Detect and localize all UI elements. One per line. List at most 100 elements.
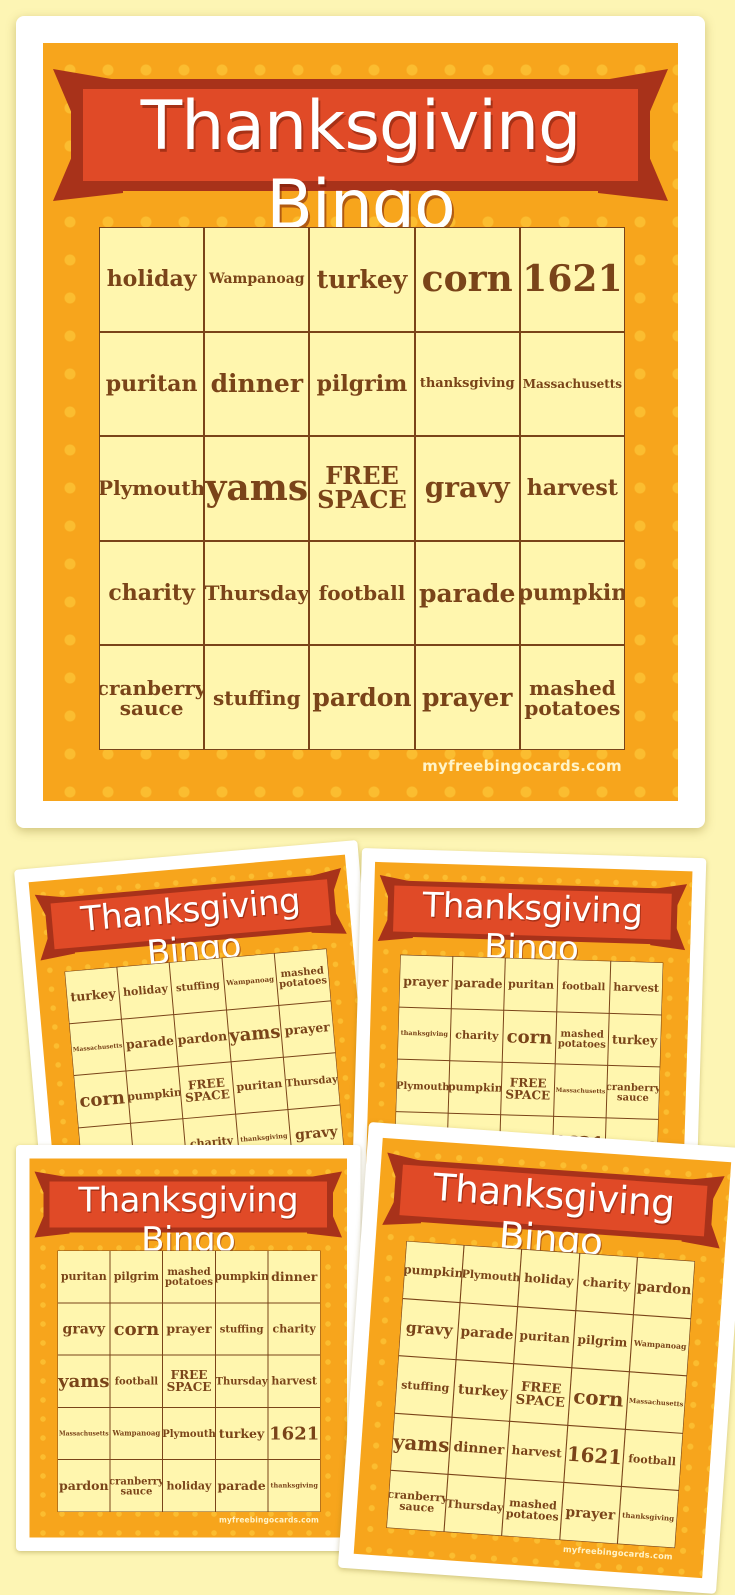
bingo-cell[interactable]: dinner	[448, 1417, 510, 1478]
bingo-cell[interactable]: gravy	[399, 1298, 460, 1360]
bingo-cell[interactable]: turkey	[608, 1013, 662, 1067]
bingo-cell[interactable]: football	[557, 959, 611, 1013]
bingo-cell[interactable]: cranberry sauce	[110, 1460, 163, 1512]
bingo-cell[interactable]: football	[621, 1429, 683, 1491]
bingo-cell[interactable]: yams	[205, 437, 309, 540]
bingo-cell[interactable]: mashed potatoes	[555, 1012, 609, 1065]
bingo-cell[interactable]: Thursday	[205, 541, 309, 645]
bingo-cell[interactable]: harvest	[609, 961, 663, 1015]
bingo-cell[interactable]: FREE SPACE	[501, 1062, 555, 1116]
bingo-cell[interactable]: Wampanoag	[222, 953, 279, 1010]
bingo-cell[interactable]: prayer	[560, 1483, 621, 1544]
bingo-cell[interactable]: prayer	[399, 955, 453, 1009]
bingo-cell[interactable]: pilgrim	[110, 1251, 163, 1303]
bingo-cell[interactable]: parade	[451, 956, 505, 1010]
bingo-cell[interactable]: pumpkin	[448, 1061, 502, 1115]
bingo-cell[interactable]: gravy	[415, 437, 519, 540]
bingo-cell[interactable]: Massachusetts	[625, 1372, 687, 1433]
bingo-cell[interactable]: mashed potatoes	[502, 1479, 563, 1540]
bingo-cell[interactable]: mashed potatoes	[520, 646, 624, 749]
bingo-cell[interactable]: Wampanoag	[205, 228, 309, 331]
bingo-cell[interactable]: football	[310, 541, 414, 645]
bingo-cell[interactable]: dinner	[205, 332, 309, 436]
bingo-cell[interactable]: turkey	[452, 1360, 514, 1421]
bingo-cell[interactable]: charity	[576, 1253, 637, 1314]
bingo-cell[interactable]: Wampanoag	[629, 1315, 691, 1376]
bingo-cell[interactable]: stuffing	[205, 646, 309, 749]
bingo-cell[interactable]: 1621	[520, 228, 624, 331]
bingo-cell[interactable]: pardon	[310, 646, 414, 749]
bingo-cell[interactable]: thanksgiving	[415, 332, 519, 436]
bingo-cell[interactable]: football	[110, 1355, 163, 1407]
bingo-cell[interactable]: yams	[390, 1413, 452, 1474]
bingo-cell[interactable]: holiday	[163, 1460, 215, 1512]
bingo-cell[interactable]: FREE SPACE	[310, 437, 414, 540]
bingo-cell[interactable]: parade	[122, 1014, 178, 1071]
bingo-cell[interactable]: holiday	[518, 1249, 580, 1310]
bingo-cell[interactable]: charity	[450, 1009, 504, 1062]
bingo-cell[interactable]: pumpkin	[520, 541, 624, 645]
bingo-cell[interactable]: mashed potatoes	[163, 1251, 215, 1303]
bingo-cell[interactable]: puritan	[58, 1251, 110, 1303]
bingo-cell[interactable]: prayer	[163, 1303, 215, 1355]
bingo-cell[interactable]: yams	[58, 1355, 110, 1407]
bingo-cell[interactable]: puritan	[504, 958, 558, 1012]
bingo-cell[interactable]: 1621	[564, 1425, 625, 1487]
bingo-cell[interactable]: prayer	[279, 1001, 336, 1057]
bingo-cell[interactable]: puritan	[231, 1057, 288, 1114]
bingo-cell[interactable]: prayer	[415, 646, 519, 749]
bingo-cell[interactable]: corn	[74, 1071, 131, 1128]
bingo-cell[interactable]: harvest	[520, 437, 624, 540]
bingo-cell[interactable]: turkey	[215, 1407, 268, 1460]
bingo-cell[interactable]: Massachusetts	[69, 1019, 126, 1076]
bingo-cell[interactable]: FREE SPACE	[178, 1062, 235, 1119]
bingo-cell[interactable]: stuffing	[215, 1303, 268, 1355]
bingo-cell[interactable]: FREE SPACE	[510, 1364, 571, 1425]
bingo-cell[interactable]: Massachusetts	[553, 1064, 608, 1118]
bingo-cell[interactable]: corn	[415, 228, 519, 331]
bingo-cell[interactable]: harvest	[506, 1421, 567, 1483]
bingo-cell[interactable]: stuffing	[394, 1356, 456, 1417]
bingo-cell[interactable]: pumpkin	[403, 1241, 464, 1302]
bingo-cell[interactable]: Thursday	[444, 1475, 506, 1536]
bingo-cell[interactable]: holiday	[117, 962, 174, 1019]
bingo-cell[interactable]: Plymouth	[396, 1059, 450, 1113]
bingo-cell[interactable]: harvest	[268, 1355, 320, 1407]
bingo-cell[interactable]: thanksgiving	[617, 1487, 679, 1548]
bingo-cell[interactable]: Plymouth	[460, 1245, 522, 1306]
bingo-cell[interactable]: Thursday	[283, 1053, 340, 1109]
bingo-cell[interactable]: dinner	[268, 1251, 320, 1303]
bingo-cell[interactable]: gravy	[58, 1303, 110, 1355]
bingo-cell[interactable]: pilgrim	[310, 332, 414, 436]
bingo-cell[interactable]: cranberry sauce	[606, 1065, 660, 1119]
bingo-cell[interactable]: holiday	[100, 228, 204, 331]
bingo-cell[interactable]: corn	[568, 1368, 629, 1429]
bingo-cell[interactable]: pardon	[58, 1460, 110, 1512]
bingo-cell[interactable]: puritan	[100, 332, 204, 436]
bingo-cell[interactable]: yams	[226, 1005, 283, 1062]
bingo-cell[interactable]: corn	[502, 1010, 557, 1064]
bingo-cell[interactable]: 1621	[268, 1407, 320, 1460]
bingo-cell[interactable]: parade	[215, 1460, 268, 1512]
bingo-cell[interactable]: pilgrim	[572, 1311, 633, 1372]
bingo-cell[interactable]: Massachusetts	[58, 1407, 110, 1460]
bingo-cell[interactable]: pardon	[174, 1010, 231, 1066]
bingo-cell[interactable]: pumpkin	[126, 1067, 183, 1123]
bingo-cell[interactable]: cranberry sauce	[386, 1471, 448, 1532]
bingo-cell[interactable]: FREE SPACE	[163, 1355, 215, 1407]
bingo-cell[interactable]: Wampanoag	[110, 1407, 163, 1460]
bingo-cell[interactable]: Plymouth	[163, 1407, 215, 1460]
bingo-cell[interactable]: Plymouth	[100, 437, 204, 540]
bingo-cell[interactable]: thanksgiving	[268, 1460, 320, 1512]
bingo-cell[interactable]: parade	[456, 1302, 518, 1364]
bingo-cell[interactable]: mashed potatoes	[274, 949, 331, 1005]
bingo-cell[interactable]: puritan	[514, 1306, 575, 1368]
bingo-cell[interactable]: pardon	[633, 1257, 695, 1318]
bingo-cell[interactable]: cranberry sauce	[100, 646, 204, 749]
bingo-cell[interactable]: charity	[100, 541, 204, 645]
bingo-cell[interactable]: Massachusetts	[520, 332, 624, 436]
bingo-cell[interactable]: pumpkin	[215, 1251, 268, 1303]
bingo-cell[interactable]: turkey	[65, 967, 121, 1024]
bingo-cell[interactable]: stuffing	[169, 958, 226, 1014]
bingo-cell[interactable]: parade	[415, 541, 519, 645]
